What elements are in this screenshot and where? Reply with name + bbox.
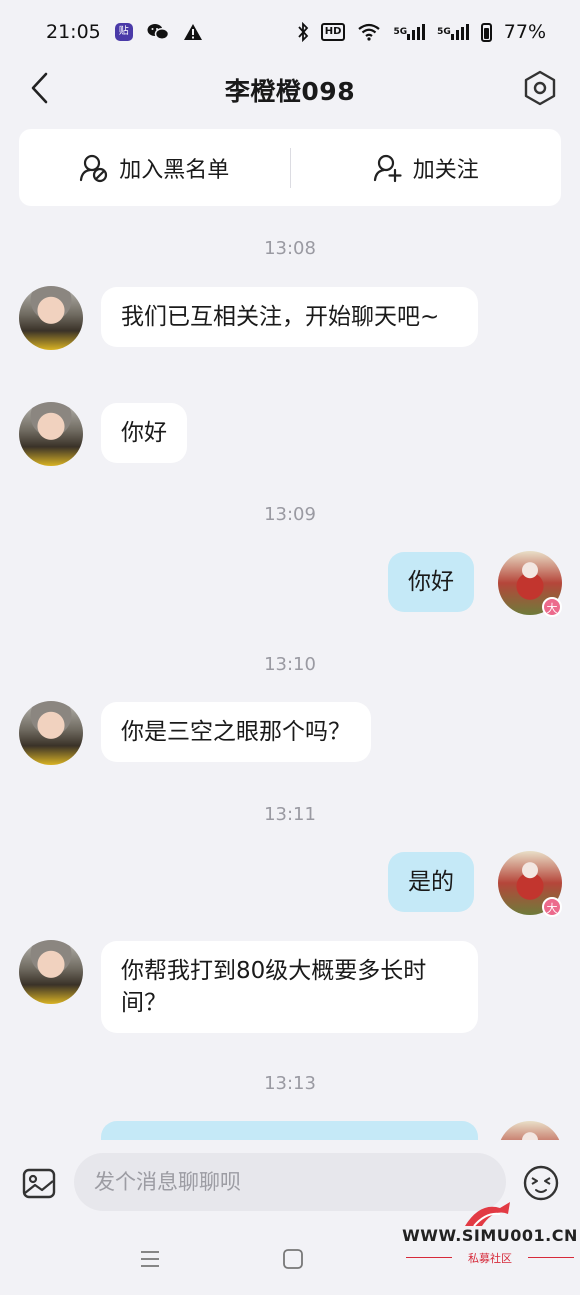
signal-icon: 5G [393,24,426,40]
blacklist-label: 加入黑名单 [119,157,230,183]
outgoing-message[interactable]: 你好 [388,552,474,612]
nav-recents-button[interactable] [139,1248,161,1270]
sticker-app-icon: 贴 [114,23,133,41]
wechat-icon [147,23,169,41]
timestamp: 13:08 [264,238,316,259]
signal-bars-2 [450,24,469,40]
message-input[interactable] [74,1153,506,1211]
network-type-1: 5G [393,27,408,37]
timestamp: 13:11 [264,804,316,825]
contact-avatar[interactable] [19,286,83,350]
status-left: 21:05 贴 [46,21,203,43]
emoji-button[interactable] [522,1164,560,1202]
watermark-subtitle: 私募社区 [468,1252,512,1265]
action-card: 加入黑名单 加关注 [19,129,561,206]
follow-label: 加关注 [412,157,479,183]
add-to-blacklist-button[interactable]: 加入黑名单 [19,129,290,206]
settings-button[interactable] [520,68,560,108]
contact-avatar[interactable] [19,402,83,466]
outgoing-message[interactable]: 是的 [388,852,474,912]
home-square-icon [283,1249,303,1269]
nav-home-button[interactable] [282,1248,304,1270]
contact-avatar[interactable] [19,940,83,1004]
battery-icon [480,22,492,42]
follow-button[interactable]: 加关注 [291,129,562,206]
incoming-message[interactable]: 你帮我打到80级大概要多长时间？ [101,941,478,1033]
timestamp: 13:09 [264,504,316,525]
incoming-message[interactable]: 你好 [101,403,187,463]
page-title: 李橙橙098 [224,77,356,106]
warning-icon [183,23,203,41]
timestamp: 13:10 [264,654,316,675]
status-bar: 21:05 贴 HD 5G 5G 77% [0,0,580,64]
watermark-line-right [528,1257,574,1258]
emoji-icon [523,1165,559,1201]
menu-lines-icon [141,1251,159,1267]
block-user-icon [80,154,108,182]
battery-percent: 77% [503,21,546,43]
status-right: HD 5G 5G 77% [297,21,546,43]
watermark-url: WWW.SIMU001.CN [402,1226,578,1245]
status-time: 21:05 [46,21,101,43]
image-picker-button[interactable] [22,1167,56,1201]
chat-header: 李橙橙098 [0,64,580,114]
avatar-level-badge: 大 [542,597,562,617]
wifi-icon [357,23,381,41]
incoming-message[interactable]: 我们已互相关注，开始聊天吧~ [101,287,478,347]
timestamp: 13:13 [264,1073,316,1094]
contact-avatar[interactable] [19,701,83,765]
signal-bars-1 [407,24,426,40]
settings-hexagon-icon [524,70,556,106]
add-follow-icon [373,154,402,182]
watermark: WWW.SIMU001.CN 私募社区 [402,1202,578,1292]
image-icon [22,1168,56,1199]
incoming-message[interactable]: 你是三空之眼那个吗？ [101,702,371,762]
bluetooth-icon [297,22,309,42]
signal-icon-2: 5G [437,24,469,40]
hd-icon: HD [320,23,346,41]
network-type-2: 5G [437,27,451,37]
avatar-level-badge: 大 [542,897,562,917]
